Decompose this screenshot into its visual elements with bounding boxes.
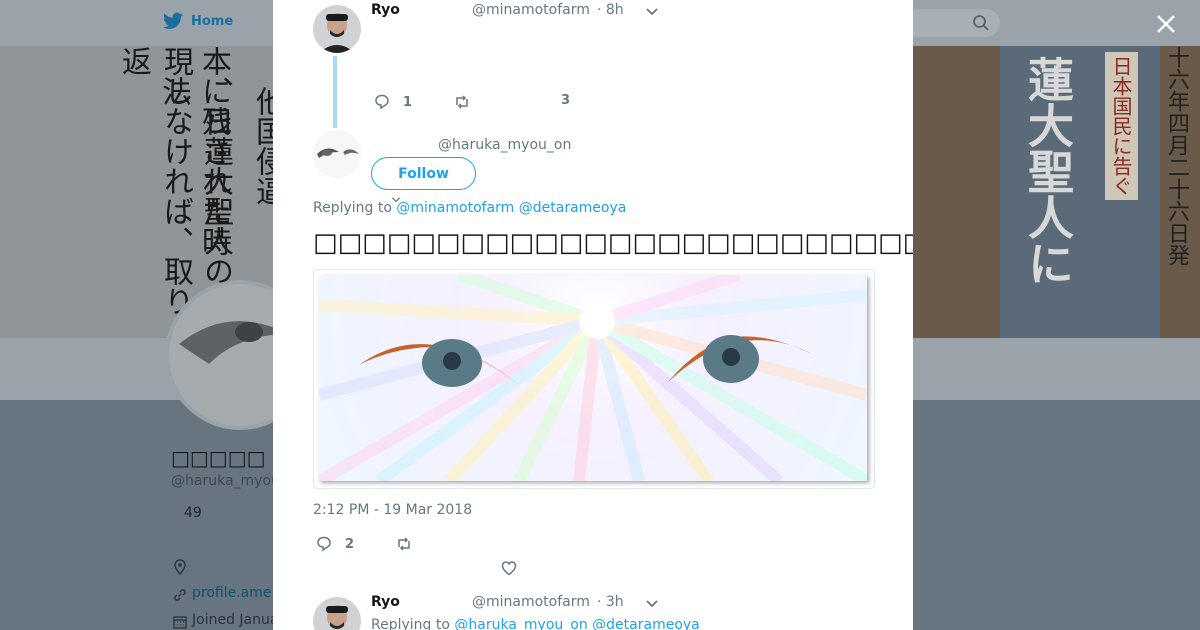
- replying-to-label: Replying to: [371, 617, 450, 630]
- location-icon: [174, 559, 186, 575]
- mention-link[interactable]: @detarameoya: [519, 200, 627, 216]
- tweet-media-image: [316, 270, 871, 487]
- tweet-author-name[interactable]: Ryo: [371, 594, 400, 610]
- tweet-author-handle[interactable]: @minamotofarm: [472, 594, 590, 610]
- replying-to-label: Replying to: [313, 200, 392, 216]
- reply-action[interactable]: 1: [373, 93, 412, 111]
- user-photo-icon: [313, 5, 361, 53]
- link-icon: [174, 589, 186, 601]
- banner-poster-title: 蓮大聖人に: [1021, 56, 1075, 286]
- reply-icon: [317, 536, 331, 552]
- close-icon[interactable]: [1154, 12, 1178, 36]
- tweet-text: □□□□□□□□□□□□□□□□□□□□□□□□□□□□□□□□□: [313, 228, 913, 258]
- follow-button[interactable]: Follow: [371, 157, 476, 190]
- profile-handle: @haruka_myou: [171, 473, 280, 489]
- profile-count[interactable]: 49: [184, 505, 202, 521]
- tweet-author-handle[interactable]: @minamotofarm: [472, 2, 590, 18]
- banner-poster-area: 蓮大聖人に 日本国民に告ぐ 十六年四月二十六日発: [910, 46, 1200, 338]
- tweet-avatar[interactable]: [313, 597, 361, 630]
- tweet-avatar[interactable]: [313, 130, 361, 178]
- banner-poster-subtitle: 日本国民に告ぐ: [1105, 52, 1138, 200]
- reply-count: 1: [403, 94, 413, 110]
- twitter-bird-icon: [163, 12, 183, 29]
- nav-home-label: Home: [191, 13, 234, 29]
- tweet-author-handle[interactable]: @haruka_myou_on: [438, 137, 571, 153]
- calendar-icon: [173, 616, 187, 629]
- chevron-down-icon[interactable]: [645, 5, 659, 19]
- like-action[interactable]: 3: [561, 93, 570, 108]
- retweet-action[interactable]: [395, 535, 413, 553]
- profile-joined-date: Joined Janua: [192, 612, 279, 628]
- nav-home-link[interactable]: Home: [163, 12, 233, 30]
- replying-to-line: Replying to @minamotofarm @detarameoya: [313, 200, 626, 216]
- reply-icon: [375, 94, 389, 110]
- like-action[interactable]: [500, 559, 518, 577]
- mention-link[interactable]: @minamotofarm: [396, 200, 514, 216]
- user-photo-icon: [313, 597, 361, 630]
- reply-action[interactable]: 2: [315, 535, 354, 553]
- mention-link[interactable]: @detarameoya: [592, 617, 700, 630]
- mention-link[interactable]: @haruka_myou_on: [454, 617, 587, 630]
- heart-icon: [501, 561, 517, 576]
- eyes-photo-icon: [313, 130, 361, 178]
- tweet-media[interactable]: [313, 269, 875, 489]
- tweet-time[interactable]: · 8h: [597, 2, 624, 18]
- banner-text-column: 本に残された時: [196, 46, 231, 256]
- retweet-icon: [398, 537, 410, 551]
- replying-to-line: Replying to @haruka_myou_on @detarameoya: [371, 617, 700, 630]
- reply-count: 2: [345, 536, 355, 552]
- retweet-action[interactable]: [453, 93, 471, 111]
- retweet-icon: [456, 95, 468, 109]
- thread-connector: [333, 56, 337, 128]
- tweet-author-name[interactable]: Ryo: [371, 2, 400, 18]
- chevron-down-icon[interactable]: [645, 597, 659, 611]
- banner-text-column: 十六年四月二十六日発: [1164, 46, 1189, 266]
- tweet-avatar[interactable]: [313, 5, 361, 53]
- search-icon[interactable]: [972, 14, 990, 32]
- profile-website-link[interactable]: profile.ame: [192, 585, 272, 601]
- eyes-rays-image: [316, 270, 871, 487]
- tweet-permalink-modal: Ryo @minamotofarm · 8h 1 3 @haruka_myou_…: [273, 0, 913, 630]
- tweet-time[interactable]: · 3h: [597, 594, 624, 610]
- like-count: 3: [561, 93, 571, 108]
- tweet-timestamp[interactable]: 2:12 PM - 19 Mar 2018: [313, 502, 472, 518]
